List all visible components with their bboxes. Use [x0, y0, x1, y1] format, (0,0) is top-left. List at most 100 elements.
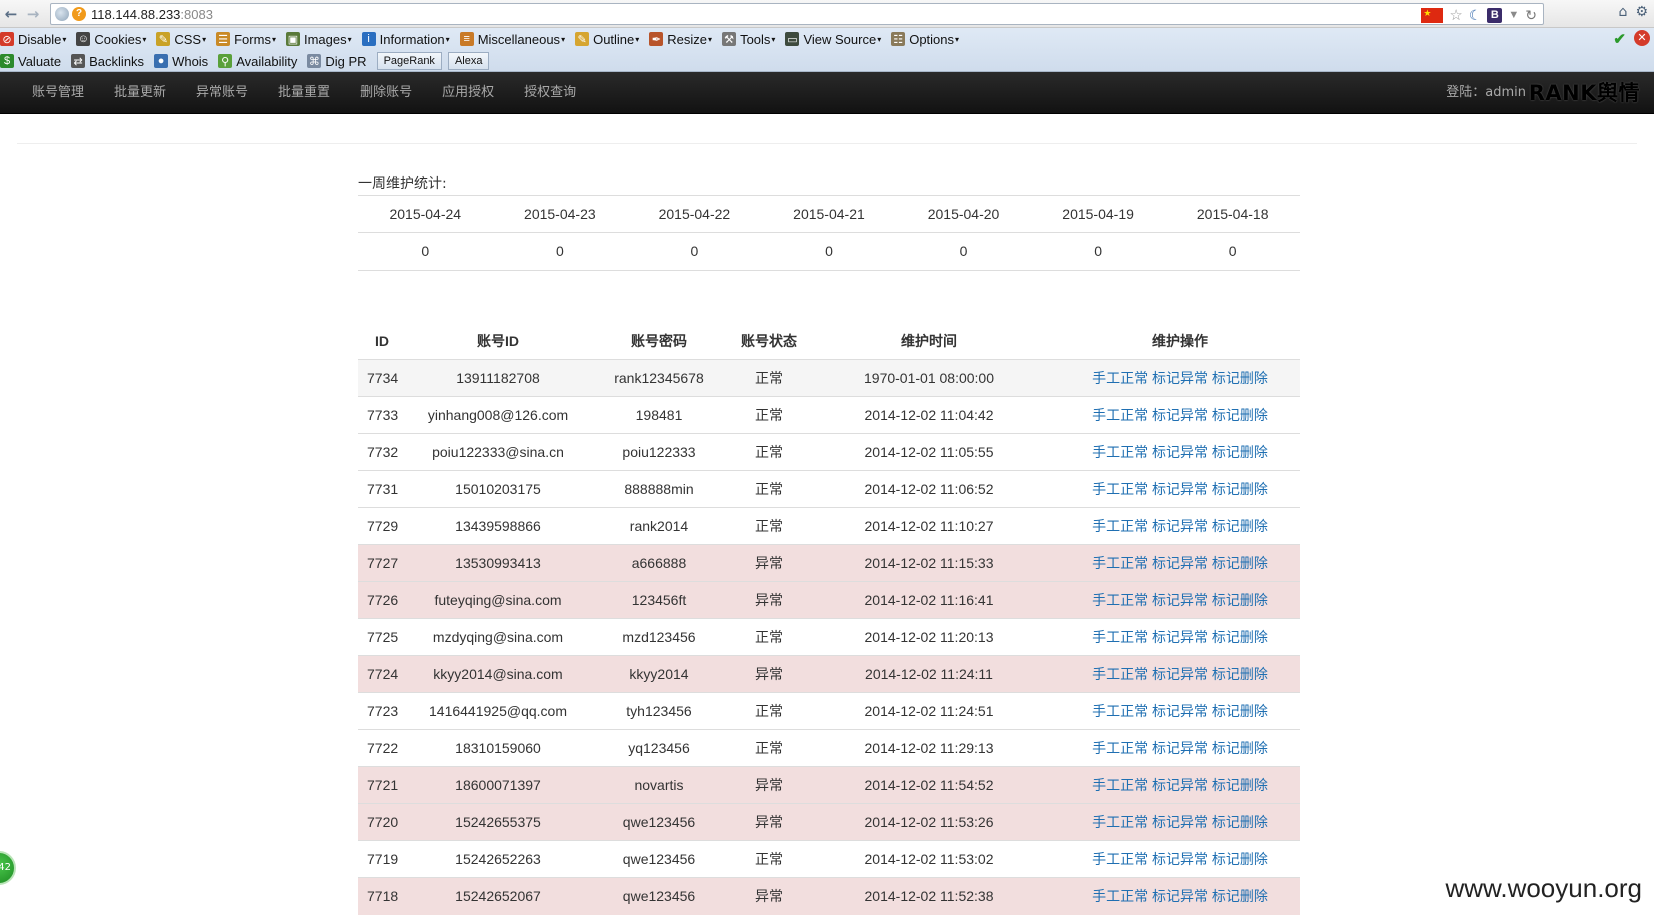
mark-delete-link[interactable]: 标记删除	[1212, 851, 1268, 867]
mark-delete-link[interactable]: 标记删除	[1212, 703, 1268, 719]
toolbar-item-label: Whois	[172, 53, 209, 69]
mark-delete-link[interactable]: 标记删除	[1212, 740, 1268, 756]
mark-error-link[interactable]: 标记异常	[1152, 592, 1208, 608]
mark-normal-link[interactable]: 手工正常	[1092, 851, 1148, 867]
mark-normal-link[interactable]: 手工正常	[1092, 740, 1148, 756]
mark-error-link[interactable]: 标记异常	[1152, 629, 1208, 645]
nav-link-5[interactable]: 应用授权	[427, 72, 509, 114]
main-content: 一周维护统计: 2015-04-24 2015-04-23 2015-04-22 20…	[358, 174, 1300, 915]
mark-normal-link[interactable]: 手工正常	[1092, 555, 1148, 571]
login-status[interactable]: 登陆：admin	[1446, 72, 1526, 114]
mark-delete-link[interactable]: 标记删除	[1212, 888, 1268, 904]
toolbar-item-miscellaneous[interactable]: ≡ Miscellaneous ▾	[459, 32, 565, 47]
mark-delete-link[interactable]: 标记删除	[1212, 407, 1268, 423]
mark-delete-link[interactable]: 标记删除	[1212, 629, 1268, 645]
mark-error-link[interactable]: 标记异常	[1152, 444, 1208, 460]
mark-error-link[interactable]: 标记异常	[1152, 481, 1208, 497]
mark-delete-link[interactable]: 标记删除	[1212, 666, 1268, 682]
mark-delete-link[interactable]: 标记删除	[1212, 518, 1268, 534]
toolbar-item-css[interactable]: ✎ CSS ▾	[156, 32, 206, 47]
toolbar-item-availability[interactable]: ⚲ Availability	[218, 54, 297, 69]
mark-error-link[interactable]: 标记异常	[1152, 851, 1208, 867]
toolbar-right-icons: ✔ ✕	[1613, 30, 1650, 48]
toolbar-item-dig-pr[interactable]: ⌘ Dig PR	[307, 54, 367, 69]
column-header-5: 维护操作	[1152, 332, 1208, 349]
nav-link-6[interactable]: 授权查询	[509, 72, 591, 114]
mark-delete-link[interactable]: 标记删除	[1212, 555, 1268, 571]
floating-badge-button[interactable]: 42	[0, 851, 16, 885]
toolbar-item-outline[interactable]: ✎ Outline ▾	[575, 32, 639, 47]
gear-icon[interactable]: ⚙	[1635, 4, 1648, 20]
brand-logo[interactable]: RANK舆情	[1529, 72, 1640, 114]
toolbar-item-forms[interactable]: ☰ Forms ▾	[216, 32, 276, 47]
mark-error-link[interactable]: 标记异常	[1152, 518, 1208, 534]
table-row: 7725 mzdyqing@sina.com mzd123456 正常 2014-12-…	[358, 618, 1300, 656]
mark-delete-link[interactable]: 标记删除	[1212, 592, 1268, 608]
toolbar-item-options[interactable]: ☷ Options ▾	[891, 32, 959, 47]
mark-error-link[interactable]: 标记异常	[1152, 370, 1208, 386]
toolbar-button-alexa[interactable]: Alexa	[447, 52, 490, 70]
mark-normal-link[interactable]: 手工正常	[1092, 518, 1148, 534]
mark-delete-link[interactable]: 标记删除	[1212, 370, 1268, 386]
mark-normal-link[interactable]: 手工正常	[1092, 666, 1148, 682]
accounts-header-row: ID 账号ID 账号密码 账号状态 维护时间 维护操作	[358, 323, 1300, 360]
check-icon[interactable]: ✔	[1613, 30, 1626, 48]
toolbar-item-backlinks[interactable]: ⇄ Backlinks	[71, 54, 144, 69]
home-icon[interactable]: ⌂	[1619, 4, 1628, 20]
mark-delete-link[interactable]: 标记删除	[1212, 444, 1268, 460]
cell-account: 15242655375	[418, 803, 578, 841]
cell-status: 正常	[740, 359, 798, 397]
mark-normal-link[interactable]: 手工正常	[1092, 629, 1148, 645]
mark-error-link[interactable]: 标记异常	[1152, 777, 1208, 793]
b-extension-icon[interactable]: B	[1487, 7, 1503, 23]
cell-actions: 手工正常 标记异常 标记删除	[1060, 359, 1300, 397]
mark-normal-link[interactable]: 手工正常	[1092, 777, 1148, 793]
nav-link-1[interactable]: 批量更新	[99, 72, 181, 114]
moon-icon[interactable]: ☾	[1469, 7, 1482, 24]
mark-error-link[interactable]: 标记异常	[1152, 407, 1208, 423]
cell-time: 2014-12-02 11:04:42	[798, 396, 1060, 434]
toolbar-item-label: Availability	[236, 53, 298, 69]
cell-time: 2014-12-02 11:24:51	[798, 692, 1060, 730]
mark-error-link[interactable]: 标记异常	[1152, 666, 1208, 682]
close-icon[interactable]: ✕	[1634, 30, 1650, 46]
toolbar-item-images[interactable]: ▣ Images ▾	[285, 32, 352, 47]
mark-delete-link[interactable]: 标记删除	[1212, 777, 1268, 793]
nav-link-0[interactable]: 账号管理	[17, 72, 99, 114]
cell-id: 7719	[358, 840, 418, 878]
reload-icon[interactable]: ↻	[1525, 7, 1537, 24]
toolbar-item-information[interactable]: i Information ▾	[361, 32, 450, 47]
mark-delete-link[interactable]: 标记删除	[1212, 814, 1268, 830]
toolbar-item-tools[interactable]: ⚒ Tools ▾	[722, 32, 775, 47]
chevron-down-icon[interactable]: ▼	[1508, 9, 1519, 21]
toolbar-item-view-source[interactable]: ▭ View Source ▾	[785, 32, 881, 47]
nav-link-2[interactable]: 异常账号	[181, 72, 263, 114]
mark-delete-link[interactable]: 标记删除	[1212, 481, 1268, 497]
nav-link-3[interactable]: 批量重置	[263, 72, 345, 114]
toolbar-item-disable[interactable]: ⊘ Disable ▾	[0, 32, 66, 47]
toolbar-item-whois[interactable]: ● Whois	[154, 54, 208, 69]
url-input[interactable]: ? 118.144.88.233:8083 ★ ☆ ☾ B ▼ ↻	[50, 3, 1544, 25]
pencil-icon: ✎	[575, 32, 590, 46]
mark-error-link[interactable]: 标记异常	[1152, 555, 1208, 571]
nav-link-4[interactable]: 删除账号	[345, 72, 427, 114]
toolbar-button-pagerank[interactable]: PageRank	[376, 52, 442, 70]
toolbar-item-cookies[interactable]: ☺ Cookies ▾	[76, 32, 146, 47]
mark-normal-link[interactable]: 手工正常	[1092, 814, 1148, 830]
mark-normal-link[interactable]: 手工正常	[1092, 703, 1148, 719]
mark-normal-link[interactable]: 手工正常	[1092, 481, 1148, 497]
mark-normal-link[interactable]: 手工正常	[1092, 370, 1148, 386]
forward-arrow-icon[interactable]: →	[22, 3, 44, 25]
mark-error-link[interactable]: 标记异常	[1152, 703, 1208, 719]
mark-normal-link[interactable]: 手工正常	[1092, 592, 1148, 608]
bookmark-star-icon[interactable]: ☆	[1449, 6, 1462, 24]
toolbar-item-resize[interactable]: ✒ Resize ▾	[649, 32, 712, 47]
mark-normal-link[interactable]: 手工正常	[1092, 444, 1148, 460]
toolbar-item-valuate[interactable]: $ Valuate	[0, 54, 61, 69]
back-arrow-icon[interactable]: ←	[0, 3, 22, 25]
mark-error-link[interactable]: 标记异常	[1152, 740, 1208, 756]
mark-error-link[interactable]: 标记异常	[1152, 888, 1208, 904]
mark-normal-link[interactable]: 手工正常	[1092, 888, 1148, 904]
mark-error-link[interactable]: 标记异常	[1152, 814, 1208, 830]
mark-normal-link[interactable]: 手工正常	[1092, 407, 1148, 423]
